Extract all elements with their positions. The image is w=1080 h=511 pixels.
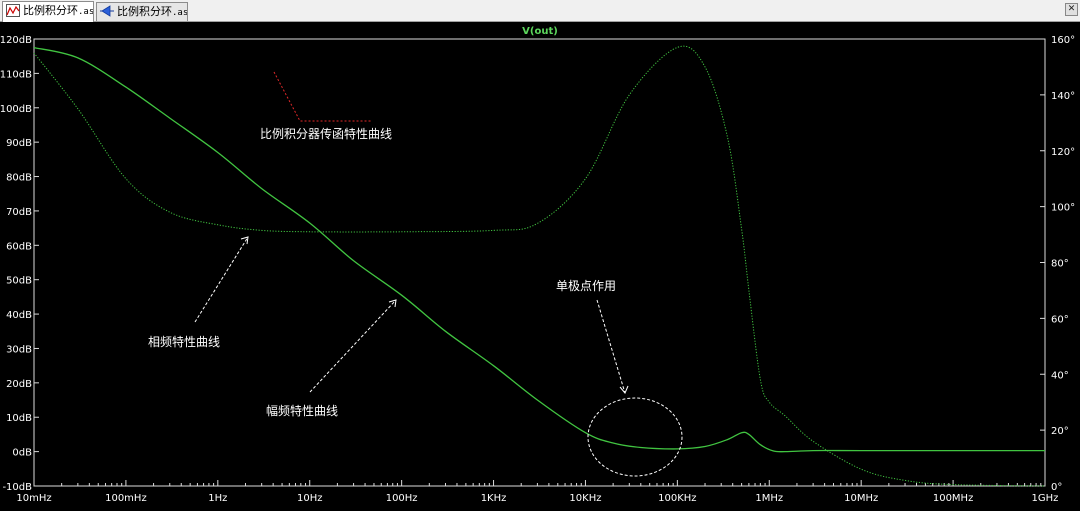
x-tick-label: 1Hz: [208, 493, 227, 504]
annotation-label: 比例积分器传函特性曲线: [260, 126, 392, 141]
annotation-label: 相频特性曲线: [148, 334, 220, 349]
tab-label: 比例积分环: [117, 5, 172, 18]
y-left-tick-label: 60dB: [6, 241, 32, 252]
tab-label: 比例积分环: [23, 4, 78, 17]
y-left-tick-label: 10dB: [6, 413, 32, 424]
x-tick-label: 1KHz: [481, 493, 507, 504]
x-tick-label: 1MHz: [755, 493, 783, 504]
annotation-label: 单极点作用: [556, 279, 616, 293]
tab-extension: .asc: [78, 7, 94, 17]
annotation-label: 幅频特性曲线: [266, 403, 338, 418]
y-left-tick-label: 0dB: [12, 448, 32, 459]
y-left-tick-label: 80dB: [6, 173, 32, 184]
y-right-tick-label: 80°: [1051, 259, 1069, 270]
close-icon[interactable]: ✕: [1065, 3, 1078, 16]
y-left-tick-label: 20dB: [6, 379, 32, 390]
y-left-tick-label: 90dB: [6, 138, 32, 149]
y-left-tick-label: 100dB: [0, 104, 32, 115]
y-left-tick-label: 70dB: [6, 207, 32, 218]
y-right-tick-label: 120°: [1051, 147, 1075, 158]
bode-plot: V(out) 120dB 110dB 100dB 90dB 80dB 70dB 60dB 50…: [0, 22, 1080, 511]
tab-waveform-plot[interactable]: 比例积分环.asc: [2, 1, 94, 22]
plot-background: [0, 22, 1080, 511]
x-tick-label: 10mHz: [16, 493, 51, 504]
y-right-tick-label: 0°: [1051, 482, 1062, 493]
x-tick-label: 100KHz: [658, 493, 696, 504]
plot-title: V(out): [522, 26, 558, 37]
y-right-tick-label: 100°: [1051, 203, 1075, 214]
y-right-tick-label: 40°: [1051, 370, 1069, 381]
x-tick-label: 10Hz: [297, 493, 323, 504]
y-left-tick-label: 110dB: [0, 69, 32, 80]
y-right-tick-label: 20°: [1051, 426, 1069, 437]
tab-schematic[interactable]: 比例积分环.asc: [96, 2, 188, 21]
x-tick-label: 10KHz: [569, 493, 601, 504]
x-tick-label: 100mHz: [105, 493, 147, 504]
y-right-tick-label: 160°: [1051, 35, 1075, 46]
y-left-tick-label: 120dB: [0, 35, 32, 46]
x-tick-label: 1GHz: [1032, 493, 1059, 504]
y-left-tick-label: -10dB: [2, 482, 32, 493]
tab-extension: .asc: [172, 8, 188, 18]
y-left-tick-label: 40dB: [6, 310, 32, 321]
y-left-tick-label: 30dB: [6, 344, 32, 355]
y-right-tick-label: 60°: [1051, 314, 1069, 325]
y-right-tick-label: 140°: [1051, 91, 1075, 102]
x-tick-label: 10MHz: [844, 493, 878, 504]
y-left-tick-label: 50dB: [6, 276, 32, 287]
waveform-icon: [6, 4, 20, 17]
x-tick-label: 100Hz: [386, 493, 418, 504]
document-tab-bar: 比例积分环.asc 比例积分环.asc ✕: [0, 0, 1080, 22]
x-tick-label: 100MHz: [933, 493, 973, 504]
schematic-icon: [100, 5, 114, 17]
